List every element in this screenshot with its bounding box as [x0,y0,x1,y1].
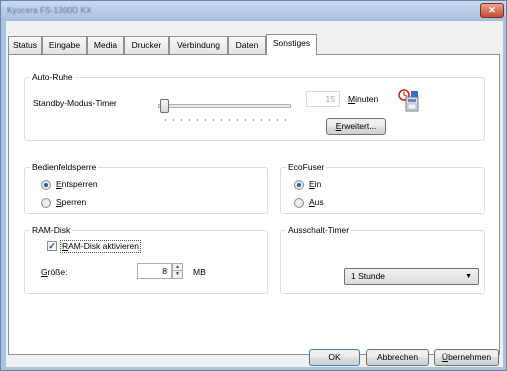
group-title-bedienfeldsperre: Bedienfeldsperre [30,162,99,173]
tab-label: Status [12,40,38,50]
tab-label: Verbindung [176,40,220,50]
close-icon: ✕ [488,5,496,15]
chevron-down-icon: ▼ [465,273,472,280]
group-title-auto-ruhe: Auto-Ruhe [30,72,75,83]
tab-drucker[interactable]: Drucker [124,36,169,54]
radio-entsperren[interactable] [41,180,51,190]
select-value: 1 Stunde [351,271,386,281]
label-rest: perren [61,197,87,207]
group-title-ecofuser: EcoFuser [286,162,327,173]
tab-sonstiges[interactable]: Sonstiges [266,34,317,55]
tab-panel-sonstiges: Auto-Ruhe Standby-Modus-Timer 15 Minuten… [8,54,500,355]
tab-label: Sonstiges [272,38,311,48]
close-button[interactable]: ✕ [480,3,504,18]
ram-disk-size-spinner[interactable]: ▲ ▼ [172,263,183,279]
tab-label: Eingabe [48,40,81,50]
ram-disk-checkbox-label: RAM-Disk aktivieren [60,240,141,253]
ram-disk-size-input[interactable]: 8 [137,263,172,279]
window-title: Kyocera FS-1300D KX [7,6,92,15]
group-title-ram-disk: RAM-Disk [30,225,73,236]
ram-disk-size-unit: MB [193,267,206,277]
radio-sperren-label: Sperren [56,197,86,208]
ok-button[interactable]: OK [309,349,360,366]
ram-disk-size-label: Größe: [41,267,67,278]
radio-entsperren-label: Entsperren [56,179,98,190]
apply-button[interactable]: Übernehmen [434,349,499,366]
tab-daten[interactable]: Daten [228,36,266,54]
spin-down-icon[interactable]: ▼ [173,271,182,278]
radio-ein-label: Ein [309,179,321,190]
title-bar[interactable]: Kyocera FS-1300D KX ✕ [1,1,506,21]
label-rest: rweitert... [341,121,377,131]
standby-slider-ticks [165,119,291,122]
label-rest: AM-Disk aktivieren [68,241,139,251]
standby-slider-track[interactable] [158,104,291,108]
standby-timer-label: Standby-Modus-Timer [33,98,117,108]
tab-label: Drucker [131,40,162,50]
group-ecofuser: EcoFuser Ein Aus [280,162,485,214]
radio-ein[interactable] [294,180,304,190]
tab-media[interactable]: Media [87,36,124,54]
power-timer-icon [397,87,421,113]
label-rest: ntsperren [61,179,98,189]
radio-aus[interactable] [294,198,304,208]
group-ram-disk: RAM-Disk ✓ RAM-Disk aktivieren Größe: 8 … [24,225,268,294]
label-rest: inuten [355,94,379,104]
minutes-input[interactable]: 15 [306,91,340,107]
tab-verbindung[interactable]: Verbindung [169,36,228,54]
ausschalt-timer-select[interactable]: 1 Stunde ▼ [344,268,479,285]
label-rest: bernehmen [448,352,492,362]
tab-eingabe[interactable]: Eingabe [42,36,87,54]
tab-status[interactable]: Status [8,36,42,54]
label-rest: us [314,197,324,207]
standby-slider-thumb[interactable] [160,99,169,113]
group-title-ausschalt-timer: Ausschalt-Timer [286,225,352,236]
spin-up-icon[interactable]: ▲ [173,264,182,271]
tab-label: Daten [235,40,259,50]
group-ausschalt-timer: Ausschalt-Timer 1 Stunde ▼ [280,225,485,294]
minutes-unit-label: Minuten [348,94,378,105]
ram-disk-checkbox[interactable]: ✓ [47,241,57,251]
mnemonic: G [41,267,48,277]
label-rest: in [314,179,322,189]
radio-aus-label: Aus [309,197,324,208]
label-rest: röße: [47,267,68,277]
group-auto-ruhe: Auto-Ruhe Standby-Modus-Timer 15 Minuten… [24,72,485,141]
radio-sperren[interactable] [41,198,51,208]
advanced-button[interactable]: Erweitert... [326,118,386,135]
group-bedienfeldsperre: Bedienfeldsperre Entsperren Sperren [24,162,268,214]
cancel-button[interactable]: Abbrechen [366,349,429,366]
tab-label: Media [93,40,118,50]
dialog-window: Kyocera FS-1300D KX ✕ Status Eingabe Med… [0,0,507,371]
dialog-client: Status Eingabe Media Drucker Verbindung … [6,21,503,367]
